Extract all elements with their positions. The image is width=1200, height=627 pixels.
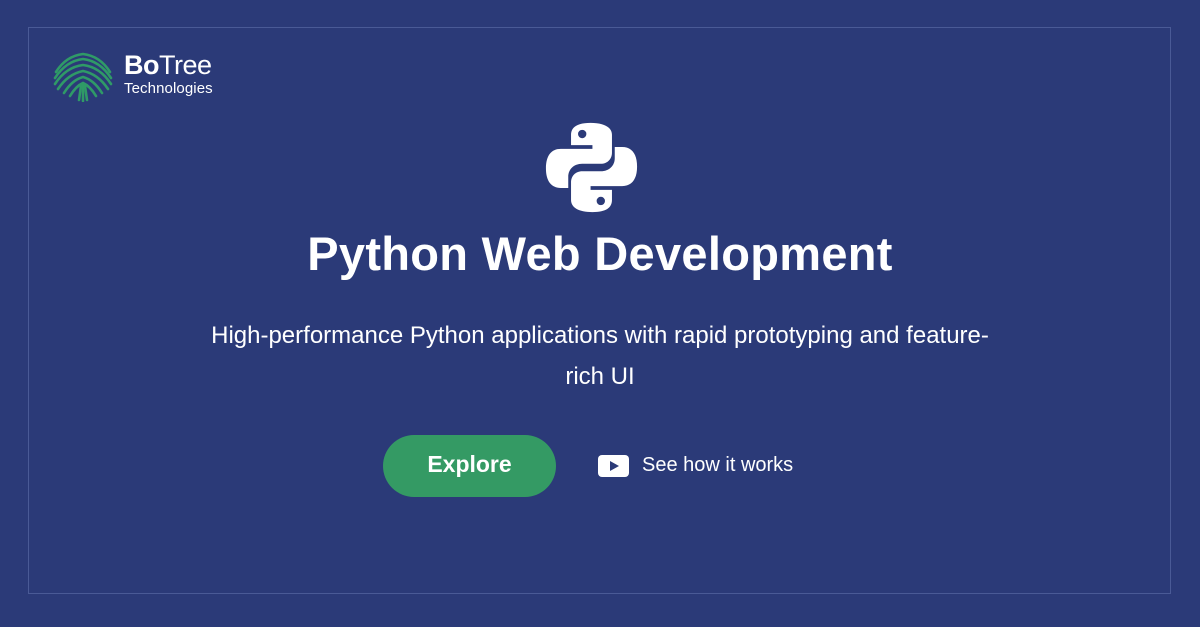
see-how-it-works-label: See how it works (642, 454, 794, 476)
brand-subtitle: Technologies (124, 80, 213, 97)
python-logo-icon (545, 122, 638, 213)
brand-logo[interactable]: BoTree Technologies (52, 48, 213, 102)
page-subtitle: High-performance Python applications wit… (211, 322, 989, 390)
content-frame (28, 27, 1171, 594)
play-icon (598, 454, 629, 477)
brand-name-part1: Bo (124, 50, 160, 80)
brand-name: BoTree (124, 52, 213, 79)
see-how-it-works-link[interactable]: See how it works (598, 454, 793, 477)
tree-icon (53, 52, 113, 102)
explore-button[interactable]: Explore (383, 435, 556, 497)
page-title: Python Web Development (307, 227, 893, 280)
brand-name-part2: Tree (159, 50, 212, 80)
